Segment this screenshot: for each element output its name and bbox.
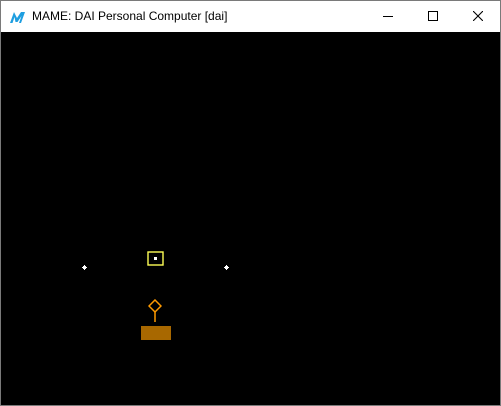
- star-right-icon: [224, 257, 229, 275]
- title-bar[interactable]: MAME: DAI Personal Computer [dai]: [1, 1, 500, 32]
- mame-window: MAME: DAI Personal Computer [dai]: [0, 0, 501, 406]
- maximize-button[interactable]: [410, 1, 455, 32]
- launch-base-block: [141, 326, 171, 340]
- star-left-icon: [82, 257, 87, 275]
- minimize-icon: [382, 8, 393, 26]
- window-title: MAME: DAI Personal Computer [dai]: [32, 9, 228, 23]
- mame-logo-icon: [9, 9, 27, 25]
- target-reticle-icon: [147, 251, 164, 271]
- close-button[interactable]: [455, 1, 500, 32]
- emulator-screen[interactable]: [1, 32, 500, 405]
- maximize-icon: [427, 8, 438, 26]
- player-ship-icon: [147, 298, 163, 328]
- close-icon: [472, 8, 483, 26]
- minimize-button[interactable]: [365, 1, 410, 32]
